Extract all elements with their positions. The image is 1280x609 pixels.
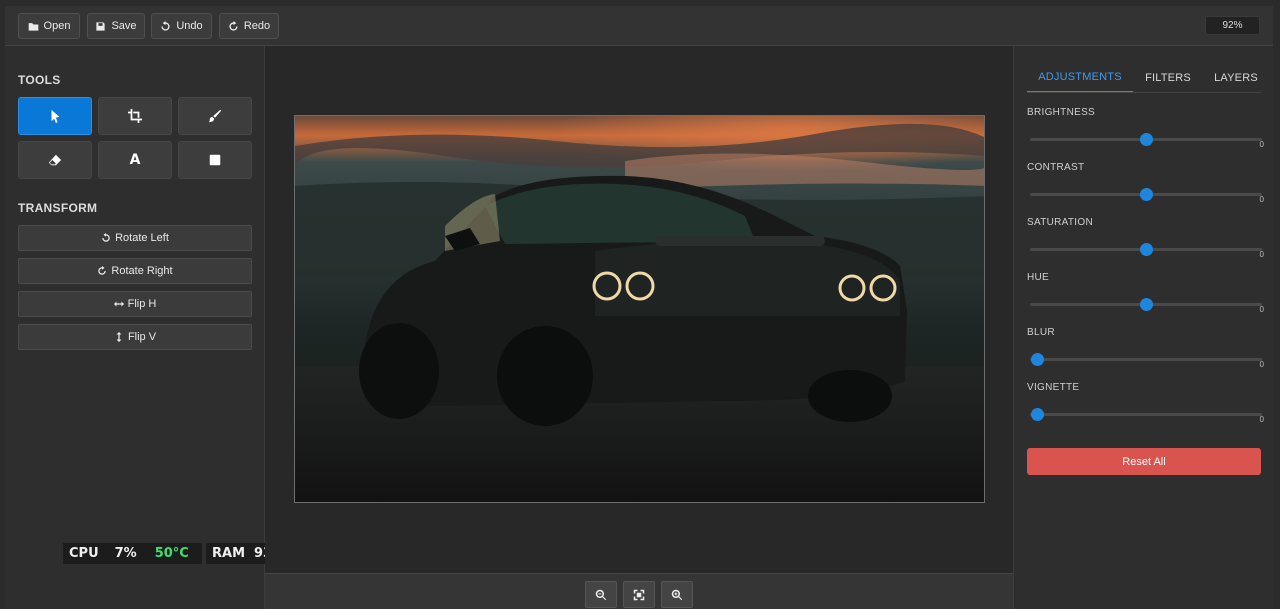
flip-vertical-button[interactable]: Flip V bbox=[18, 324, 252, 350]
adjustment-label: HUE bbox=[1027, 272, 1050, 283]
fit-screen-icon bbox=[633, 589, 645, 600]
redo-button[interactable]: Redo bbox=[219, 13, 279, 39]
undo-label: Undo bbox=[176, 20, 203, 32]
tab-divider bbox=[1027, 92, 1261, 93]
adjustment-slider[interactable] bbox=[1030, 243, 1262, 256]
rotate-left-button[interactable]: Rotate Left bbox=[18, 225, 252, 251]
slider-thumb[interactable] bbox=[1140, 243, 1153, 256]
adjustment-value: 0 bbox=[1259, 140, 1264, 149]
flip-h-label: Flip H bbox=[127, 298, 157, 310]
tools-heading: TOOLS bbox=[18, 73, 61, 87]
slider-thumb[interactable] bbox=[1140, 298, 1153, 311]
adjustment-slider[interactable] bbox=[1030, 133, 1262, 146]
adjustment-slider[interactable] bbox=[1030, 188, 1262, 201]
cpu-monitor: CPU 7% 50°C bbox=[63, 543, 202, 564]
redo-icon bbox=[229, 20, 238, 31]
adjustment-label: CONTRAST bbox=[1027, 162, 1085, 173]
adjustment-label: SATURATION bbox=[1027, 217, 1093, 228]
open-label: Open bbox=[43, 20, 71, 32]
tool-text[interactable]: A bbox=[98, 141, 172, 179]
tab-filters[interactable]: FILTERS bbox=[1138, 63, 1198, 93]
car-photo bbox=[295, 116, 984, 502]
ram-label: RAM bbox=[212, 546, 246, 561]
zoom-level-display: 92% bbox=[1205, 16, 1260, 35]
rotate-left-icon bbox=[102, 233, 110, 242]
transform-heading: TRANSFORM bbox=[18, 201, 98, 215]
reset-all-button[interactable]: Reset All bbox=[1027, 448, 1261, 475]
tab-adjustments[interactable]: ADJUSTMENTS bbox=[1027, 63, 1133, 93]
adjustment-value: 0 bbox=[1259, 250, 1264, 259]
zoom-in-button[interactable] bbox=[661, 581, 693, 608]
undo-button[interactable]: Undo bbox=[151, 13, 212, 39]
eraser-icon bbox=[48, 154, 62, 166]
zoom-out-icon bbox=[595, 589, 607, 600]
left-panel: TOOLS A TRANSFORM Rotate Left Rotate Rig… bbox=[5, 46, 303, 609]
photo-editor-app: Open Save Undo Redo 92% TOOLS A TRANSFOR… bbox=[5, 6, 1273, 609]
adjustment-value: 0 bbox=[1259, 360, 1264, 369]
flip-horizontal-button[interactable]: Flip H bbox=[18, 291, 252, 317]
brush-icon bbox=[208, 109, 222, 123]
right-panel: ADJUSTMENTS FILTERS LAYERS BRIGHTNESS 0 CO… bbox=[1013, 46, 1273, 609]
folder-icon bbox=[28, 22, 38, 31]
redo-label: Redo bbox=[243, 20, 271, 32]
cpu-value: 7% bbox=[114, 546, 137, 561]
tool-crop[interactable] bbox=[98, 97, 172, 135]
slider-thumb[interactable] bbox=[1140, 133, 1153, 146]
tool-shape[interactable] bbox=[178, 141, 252, 179]
photo-canvas[interactable] bbox=[294, 115, 985, 503]
slider-thumb[interactable] bbox=[1031, 408, 1044, 421]
rotate-right-button[interactable]: Rotate Right bbox=[18, 258, 252, 284]
tool-brush[interactable] bbox=[178, 97, 252, 135]
save-label: Save bbox=[111, 20, 137, 32]
flip-v-label: Flip V bbox=[127, 331, 157, 343]
undo-icon bbox=[161, 20, 170, 31]
slider-thumb[interactable] bbox=[1140, 188, 1153, 201]
fit-screen-button[interactable] bbox=[623, 581, 655, 608]
tab-layers[interactable]: LAYERS bbox=[1210, 63, 1262, 93]
top-toolbar: Open Save Undo Redo 92% bbox=[5, 6, 1273, 46]
adjustment-label: BLUR bbox=[1027, 327, 1055, 338]
adjustment-value: 0 bbox=[1259, 415, 1264, 424]
rotate-left-label: Rotate Left bbox=[115, 232, 169, 244]
adjustment-slider[interactable] bbox=[1030, 353, 1262, 366]
slider-thumb[interactable] bbox=[1031, 353, 1044, 366]
adjustment-label: BRIGHTNESS bbox=[1027, 107, 1096, 118]
flip-horizontal-icon bbox=[113, 301, 124, 307]
canvas-area[interactable] bbox=[265, 46, 1013, 573]
text-icon: A bbox=[129, 152, 141, 168]
zoom-in-icon bbox=[671, 589, 683, 600]
adjustment-slider[interactable] bbox=[1030, 298, 1262, 311]
rotate-right-label: Rotate Right bbox=[111, 265, 173, 277]
crop-icon bbox=[128, 109, 142, 123]
shape-icon bbox=[209, 154, 221, 166]
pointer-icon bbox=[51, 109, 60, 123]
adjustment-value: 0 bbox=[1259, 305, 1264, 314]
flip-vertical-icon bbox=[116, 332, 122, 342]
open-button[interactable]: Open bbox=[18, 13, 80, 39]
zoom-out-button[interactable] bbox=[585, 581, 617, 608]
adjustment-label: VIGNETTE bbox=[1027, 382, 1080, 393]
floppy-icon bbox=[96, 21, 106, 31]
adjustment-value: 0 bbox=[1259, 195, 1264, 204]
adjustment-slider[interactable] bbox=[1030, 408, 1262, 421]
cpu-label: CPU bbox=[69, 546, 99, 561]
zoom-controls-bar bbox=[265, 573, 1013, 609]
save-button[interactable]: Save bbox=[87, 13, 145, 39]
cpu-temperature: 50°C bbox=[154, 546, 189, 561]
rotate-right-icon bbox=[98, 266, 107, 275]
tool-select[interactable] bbox=[18, 97, 92, 135]
tool-eraser[interactable] bbox=[18, 141, 92, 179]
